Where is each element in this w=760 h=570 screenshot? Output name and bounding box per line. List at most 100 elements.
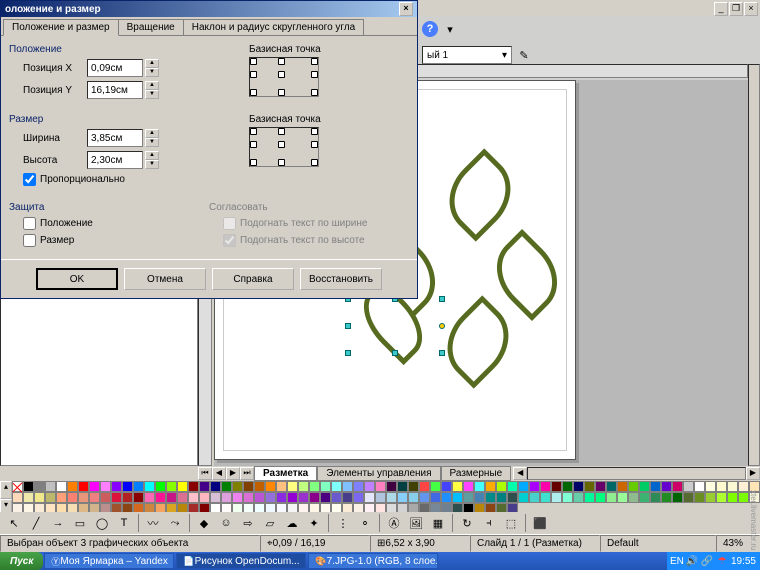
color-swatch[interactable] <box>166 481 177 492</box>
fontwork-icon[interactable]: Ⓐ <box>384 514 404 532</box>
pos-x-up[interactable]: ▲ <box>145 59 159 68</box>
rotate-icon[interactable]: ↻ <box>457 514 477 532</box>
color-swatch[interactable] <box>232 481 243 492</box>
color-swatch[interactable] <box>342 492 353 503</box>
color-swatch[interactable] <box>309 481 320 492</box>
color-swatch[interactable] <box>727 492 738 503</box>
dialog-close-button[interactable]: × <box>399 2 413 16</box>
dropdown-icon[interactable]: ▾ <box>440 19 460 39</box>
color-swatch[interactable] <box>463 481 474 492</box>
color-swatch[interactable] <box>408 492 419 503</box>
color-swatch[interactable] <box>320 481 331 492</box>
color-swatch[interactable] <box>386 481 397 492</box>
color-swatch[interactable] <box>23 492 34 503</box>
color-swatch[interactable] <box>331 481 342 492</box>
color-swatch[interactable] <box>210 492 221 503</box>
color-swatch[interactable] <box>364 481 375 492</box>
color-swatch[interactable] <box>100 492 111 503</box>
color-swatch[interactable] <box>507 481 518 492</box>
color-swatch[interactable] <box>155 492 166 503</box>
color-swatch[interactable] <box>584 492 595 503</box>
color-swatch[interactable] <box>419 492 430 503</box>
color-swatch[interactable] <box>89 481 100 492</box>
color-swatch[interactable] <box>199 492 210 503</box>
color-swatch[interactable] <box>331 492 342 503</box>
color-swatch[interactable] <box>672 481 683 492</box>
text-tool-icon[interactable]: T <box>114 514 134 532</box>
color-swatch[interactable] <box>243 492 254 503</box>
color-swatch[interactable] <box>67 492 78 503</box>
base-point-size-selector[interactable] <box>249 127 319 167</box>
color-swatch[interactable] <box>265 481 276 492</box>
width-up[interactable]: ▲ <box>145 129 159 138</box>
protect-size-checkbox[interactable] <box>23 234 36 247</box>
color-swatch[interactable] <box>23 481 34 492</box>
color-swatch[interactable] <box>243 481 254 492</box>
gallery-icon[interactable]: ▦ <box>428 514 448 532</box>
help-button[interactable]: Справка <box>212 268 294 290</box>
color-swatch[interactable] <box>573 492 584 503</box>
tab-nav-next[interactable]: ▶ <box>226 467 240 480</box>
arrow-tool-icon[interactable]: → <box>48 514 68 532</box>
width-down[interactable]: ▼ <box>145 138 159 147</box>
color-swatch[interactable] <box>595 492 606 503</box>
tray-clock[interactable]: 19:55 <box>731 556 756 567</box>
arrange-icon[interactable]: ⬚ <box>501 514 521 532</box>
color-swatch[interactable] <box>177 492 188 503</box>
from-file-icon[interactable]: 🖼 <box>406 514 426 532</box>
color-swatch[interactable] <box>353 492 364 503</box>
tab-layout[interactable]: Разметка <box>254 466 317 481</box>
color-swatch[interactable] <box>12 492 23 503</box>
color-swatch[interactable] <box>254 492 265 503</box>
color-swatch[interactable] <box>144 492 155 503</box>
color-swatch[interactable] <box>463 492 474 503</box>
color-swatch[interactable] <box>716 481 727 492</box>
color-swatch[interactable] <box>221 492 232 503</box>
color-swatch[interactable] <box>562 481 573 492</box>
color-swatch[interactable] <box>628 492 639 503</box>
color-swatch[interactable] <box>518 481 529 492</box>
color-swatch[interactable] <box>78 492 89 503</box>
base-point-pos-selector[interactable] <box>249 57 319 97</box>
layer-combo[interactable]: ый 1▾ <box>422 46 512 64</box>
color-swatch[interactable] <box>738 492 749 503</box>
tab-nav-prev[interactable]: ◀ <box>212 467 226 480</box>
color-swatch[interactable] <box>683 492 694 503</box>
handle-rotation[interactable] <box>439 323 445 329</box>
color-swatch[interactable] <box>144 481 155 492</box>
color-swatch[interactable] <box>551 492 562 503</box>
color-swatch[interactable] <box>353 481 364 492</box>
swatch-no-fill[interactable] <box>12 481 23 492</box>
edit-icon[interactable]: ✎ <box>514 45 534 65</box>
color-swatch[interactable] <box>408 481 419 492</box>
flowchart-icon[interactable]: ▱ <box>260 514 280 532</box>
color-swatch[interactable] <box>452 492 463 503</box>
color-nav-up[interactable]: ▴ <box>0 481 12 499</box>
tab-rotation[interactable]: Вращение <box>118 19 184 35</box>
symbol-shapes-icon[interactable]: ☺ <box>216 514 236 532</box>
glue-icon[interactable]: ⚬ <box>355 514 375 532</box>
handle-sw[interactable] <box>345 350 351 356</box>
color-swatch[interactable] <box>562 492 573 503</box>
horizontal-scrollbar[interactable] <box>527 467 746 480</box>
height-up[interactable]: ▲ <box>145 151 159 160</box>
pos-y-down[interactable]: ▼ <box>145 90 159 99</box>
extrusion-icon[interactable]: ⬛ <box>530 514 550 532</box>
color-swatch[interactable] <box>694 492 705 503</box>
height-down[interactable]: ▼ <box>145 160 159 169</box>
color-swatch[interactable] <box>111 492 122 503</box>
color-swatch[interactable] <box>606 492 617 503</box>
color-swatch[interactable] <box>529 492 540 503</box>
color-swatch[interactable] <box>507 492 518 503</box>
color-swatch[interactable] <box>540 481 551 492</box>
color-swatch[interactable] <box>683 481 694 492</box>
connector-tool-icon[interactable]: ⤳ <box>165 514 185 532</box>
color-swatch[interactable] <box>265 492 276 503</box>
color-swatch[interactable] <box>485 492 496 503</box>
proportional-checkbox[interactable] <box>23 173 36 186</box>
start-button[interactable]: Пуск <box>0 552 43 570</box>
color-swatch[interactable] <box>45 481 56 492</box>
select-tool-icon[interactable]: ↖ <box>4 514 24 532</box>
color-swatch[interactable] <box>529 481 540 492</box>
scroll-left[interactable]: ◀ <box>513 467 527 480</box>
